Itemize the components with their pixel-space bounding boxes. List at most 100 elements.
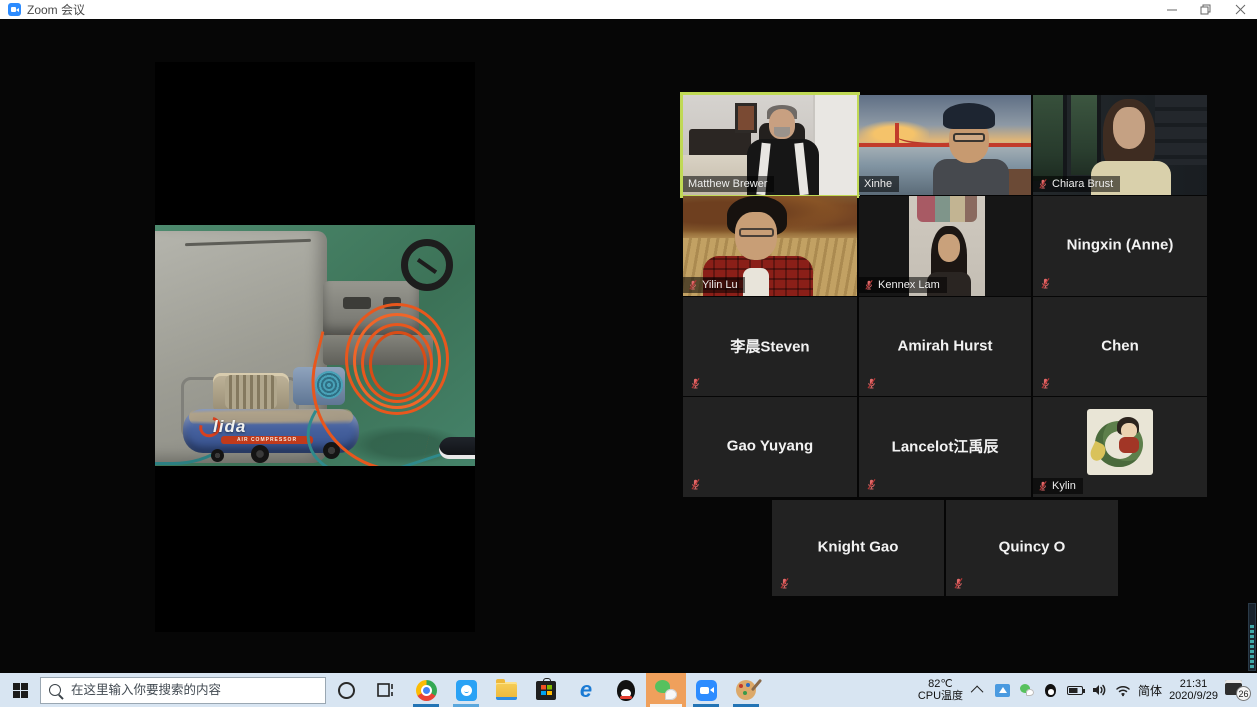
muted-mic-icon <box>688 279 698 291</box>
notification-center-button[interactable]: 26 <box>1225 679 1251 701</box>
participant-tile-knight-gao[interactable]: Knight Gao <box>772 500 944 596</box>
notification-count-badge: 26 <box>1236 686 1251 701</box>
participant-name: Chiara Brust <box>1052 178 1113 190</box>
participant-tile-matthew-brewer[interactable]: Matthew Brewer <box>683 95 857 195</box>
participant-name-label: Kylin <box>1033 478 1083 494</box>
battery-button[interactable] <box>1066 682 1083 699</box>
participant-name: Lancelot江禹辰 <box>859 435 1031 456</box>
taskbar-cortana-button[interactable] <box>326 673 366 707</box>
window-titlebar: Zoom 会议 <box>0 0 1257 19</box>
restore-button[interactable] <box>1189 0 1223 19</box>
file-explorer-icon <box>496 682 517 698</box>
participant-name: Ningxin (Anne) <box>1033 237 1207 254</box>
minimize-button[interactable] <box>1155 0 1189 19</box>
participant-tile-kylin[interactable]: Kylin <box>1033 397 1207 497</box>
participant-name: Xinhe <box>864 178 892 190</box>
participant-name-label: Xinhe <box>859 176 899 192</box>
muted-mic-icon <box>1038 178 1048 190</box>
taskbar-file-explorer-button[interactable] <box>486 673 526 707</box>
taskbar-edge-button[interactable]: e <box>566 673 606 707</box>
participant-name: Amirah Hurst <box>859 337 1031 354</box>
search-input[interactable] <box>69 682 317 698</box>
participant-tile-lancelot[interactable]: Lancelot江禹辰 <box>859 397 1031 497</box>
screen-cast-icon <box>995 684 1010 697</box>
cortana-icon <box>338 682 355 699</box>
windows-logo-icon <box>13 683 28 698</box>
qq-tray-button[interactable] <box>1042 682 1059 699</box>
edge-icon: e <box>580 679 592 701</box>
participant-name: Yilin Lu <box>702 279 738 291</box>
participant-tile-xinhe[interactable]: Xinhe <box>859 95 1031 195</box>
window-title: Zoom 会议 <box>27 1 85 18</box>
cpu-temperature: 82℃ CPU温度 <box>918 678 963 703</box>
participant-tile-amirah-hurst[interactable]: Amirah Hurst <box>859 297 1031 396</box>
taskbar-clock[interactable]: 21:31 2020/9/29 <box>1169 678 1218 703</box>
participant-tile-quincy-o[interactable]: Quincy O <box>946 500 1118 596</box>
participant-tile-lichen-steven[interactable]: 李晨Steven <box>683 297 857 396</box>
taskbar-search-box[interactable] <box>40 677 326 704</box>
participant-tile-chiara-brust[interactable]: Chiara Brust <box>1033 95 1207 195</box>
golden-gate-bridge <box>859 143 1031 147</box>
participant-name: 李晨Steven <box>683 335 857 356</box>
participant-name: Knight Gao <box>772 539 944 556</box>
hidden-icons-button[interactable] <box>970 682 987 699</box>
close-button[interactable] <box>1223 0 1257 19</box>
participant-name-label: Yilin Lu <box>683 277 745 293</box>
audio-level-meter <box>1248 603 1256 671</box>
taskbar-qq-button[interactable] <box>606 673 646 707</box>
taskbar-dingtalk-button[interactable] <box>446 673 486 707</box>
muted-mic-icon <box>866 377 877 390</box>
microsoft-store-icon <box>536 681 556 700</box>
shared-screen-view[interactable]: lida AIR COMPRESSOR <box>155 62 475 632</box>
muted-mic-icon <box>1040 377 1051 390</box>
taskbar-apps: e <box>326 673 766 707</box>
wechat-tray-button[interactable] <box>1018 682 1035 699</box>
participant-name: Kylin <box>1052 480 1076 492</box>
muted-mic-icon <box>1038 480 1048 492</box>
chrome-icon <box>416 680 437 701</box>
start-button[interactable] <box>0 673 40 707</box>
clock-time: 21:31 <box>1169 678 1218 691</box>
muted-mic-icon <box>866 478 877 491</box>
muted-mic-icon <box>864 279 874 291</box>
paint-icon <box>736 680 756 700</box>
taskbar-wechat-button[interactable] <box>646 673 686 707</box>
qq-icon <box>617 680 635 701</box>
muted-mic-icon <box>1040 277 1051 290</box>
taskbar-chrome-button[interactable] <box>406 673 446 707</box>
shoe <box>439 437 475 459</box>
wifi-icon <box>1115 684 1131 697</box>
clock-date: 2020/9/29 <box>1169 690 1218 703</box>
participant-name-label: Chiara Brust <box>1033 176 1120 192</box>
taskbar-task-view-button[interactable] <box>366 673 406 707</box>
participant-tile-yilin-lu[interactable]: Yilin Lu <box>683 196 857 296</box>
search-icon <box>49 684 61 696</box>
screen-cast-tray-button[interactable] <box>994 682 1011 699</box>
participant-tile-kennex-lam[interactable]: Kennex Lam <box>859 196 1031 296</box>
meeting-main-area: lida AIR COMPRESSOR <box>0 19 1257 673</box>
participant-name: Gao Yuyang <box>683 438 857 455</box>
participant-name: Quincy O <box>946 539 1118 556</box>
participant-tile-chen[interactable]: Chen <box>1033 297 1207 396</box>
participant-name: Kennex Lam <box>878 279 940 291</box>
wechat-tray-icon <box>1020 684 1034 696</box>
participant-tile-gao-yuyang[interactable]: Gao Yuyang <box>683 397 857 497</box>
network-button[interactable] <box>1114 682 1131 699</box>
participant-grid: Matthew Brewer Xinhe <box>683 95 1208 597</box>
input-method-indicator[interactable]: 简体 <box>1138 682 1162 699</box>
muted-mic-icon <box>690 377 701 390</box>
speaker-icon <box>1091 683 1107 697</box>
taskbar-paint-button[interactable] <box>726 673 766 707</box>
taskbar-zoom-button[interactable] <box>686 673 726 707</box>
muted-mic-icon <box>779 577 790 590</box>
volume-button[interactable] <box>1090 682 1107 699</box>
battery-icon <box>1067 686 1083 695</box>
wechat-icon <box>655 680 677 700</box>
taskbar-store-button[interactable] <box>526 673 566 707</box>
window-controls <box>1155 0 1257 19</box>
shared-photo-machinery: lida AIR COMPRESSOR <box>155 225 475 466</box>
participant-tile-ningxin-anne[interactable]: Ningxin (Anne) <box>1033 196 1207 296</box>
participant-name: Matthew Brewer <box>688 178 767 190</box>
chevron-up-icon <box>971 685 984 698</box>
system-tray: 82℃ CPU温度 简体 21:31 2020/9/29 26 <box>918 673 1257 707</box>
